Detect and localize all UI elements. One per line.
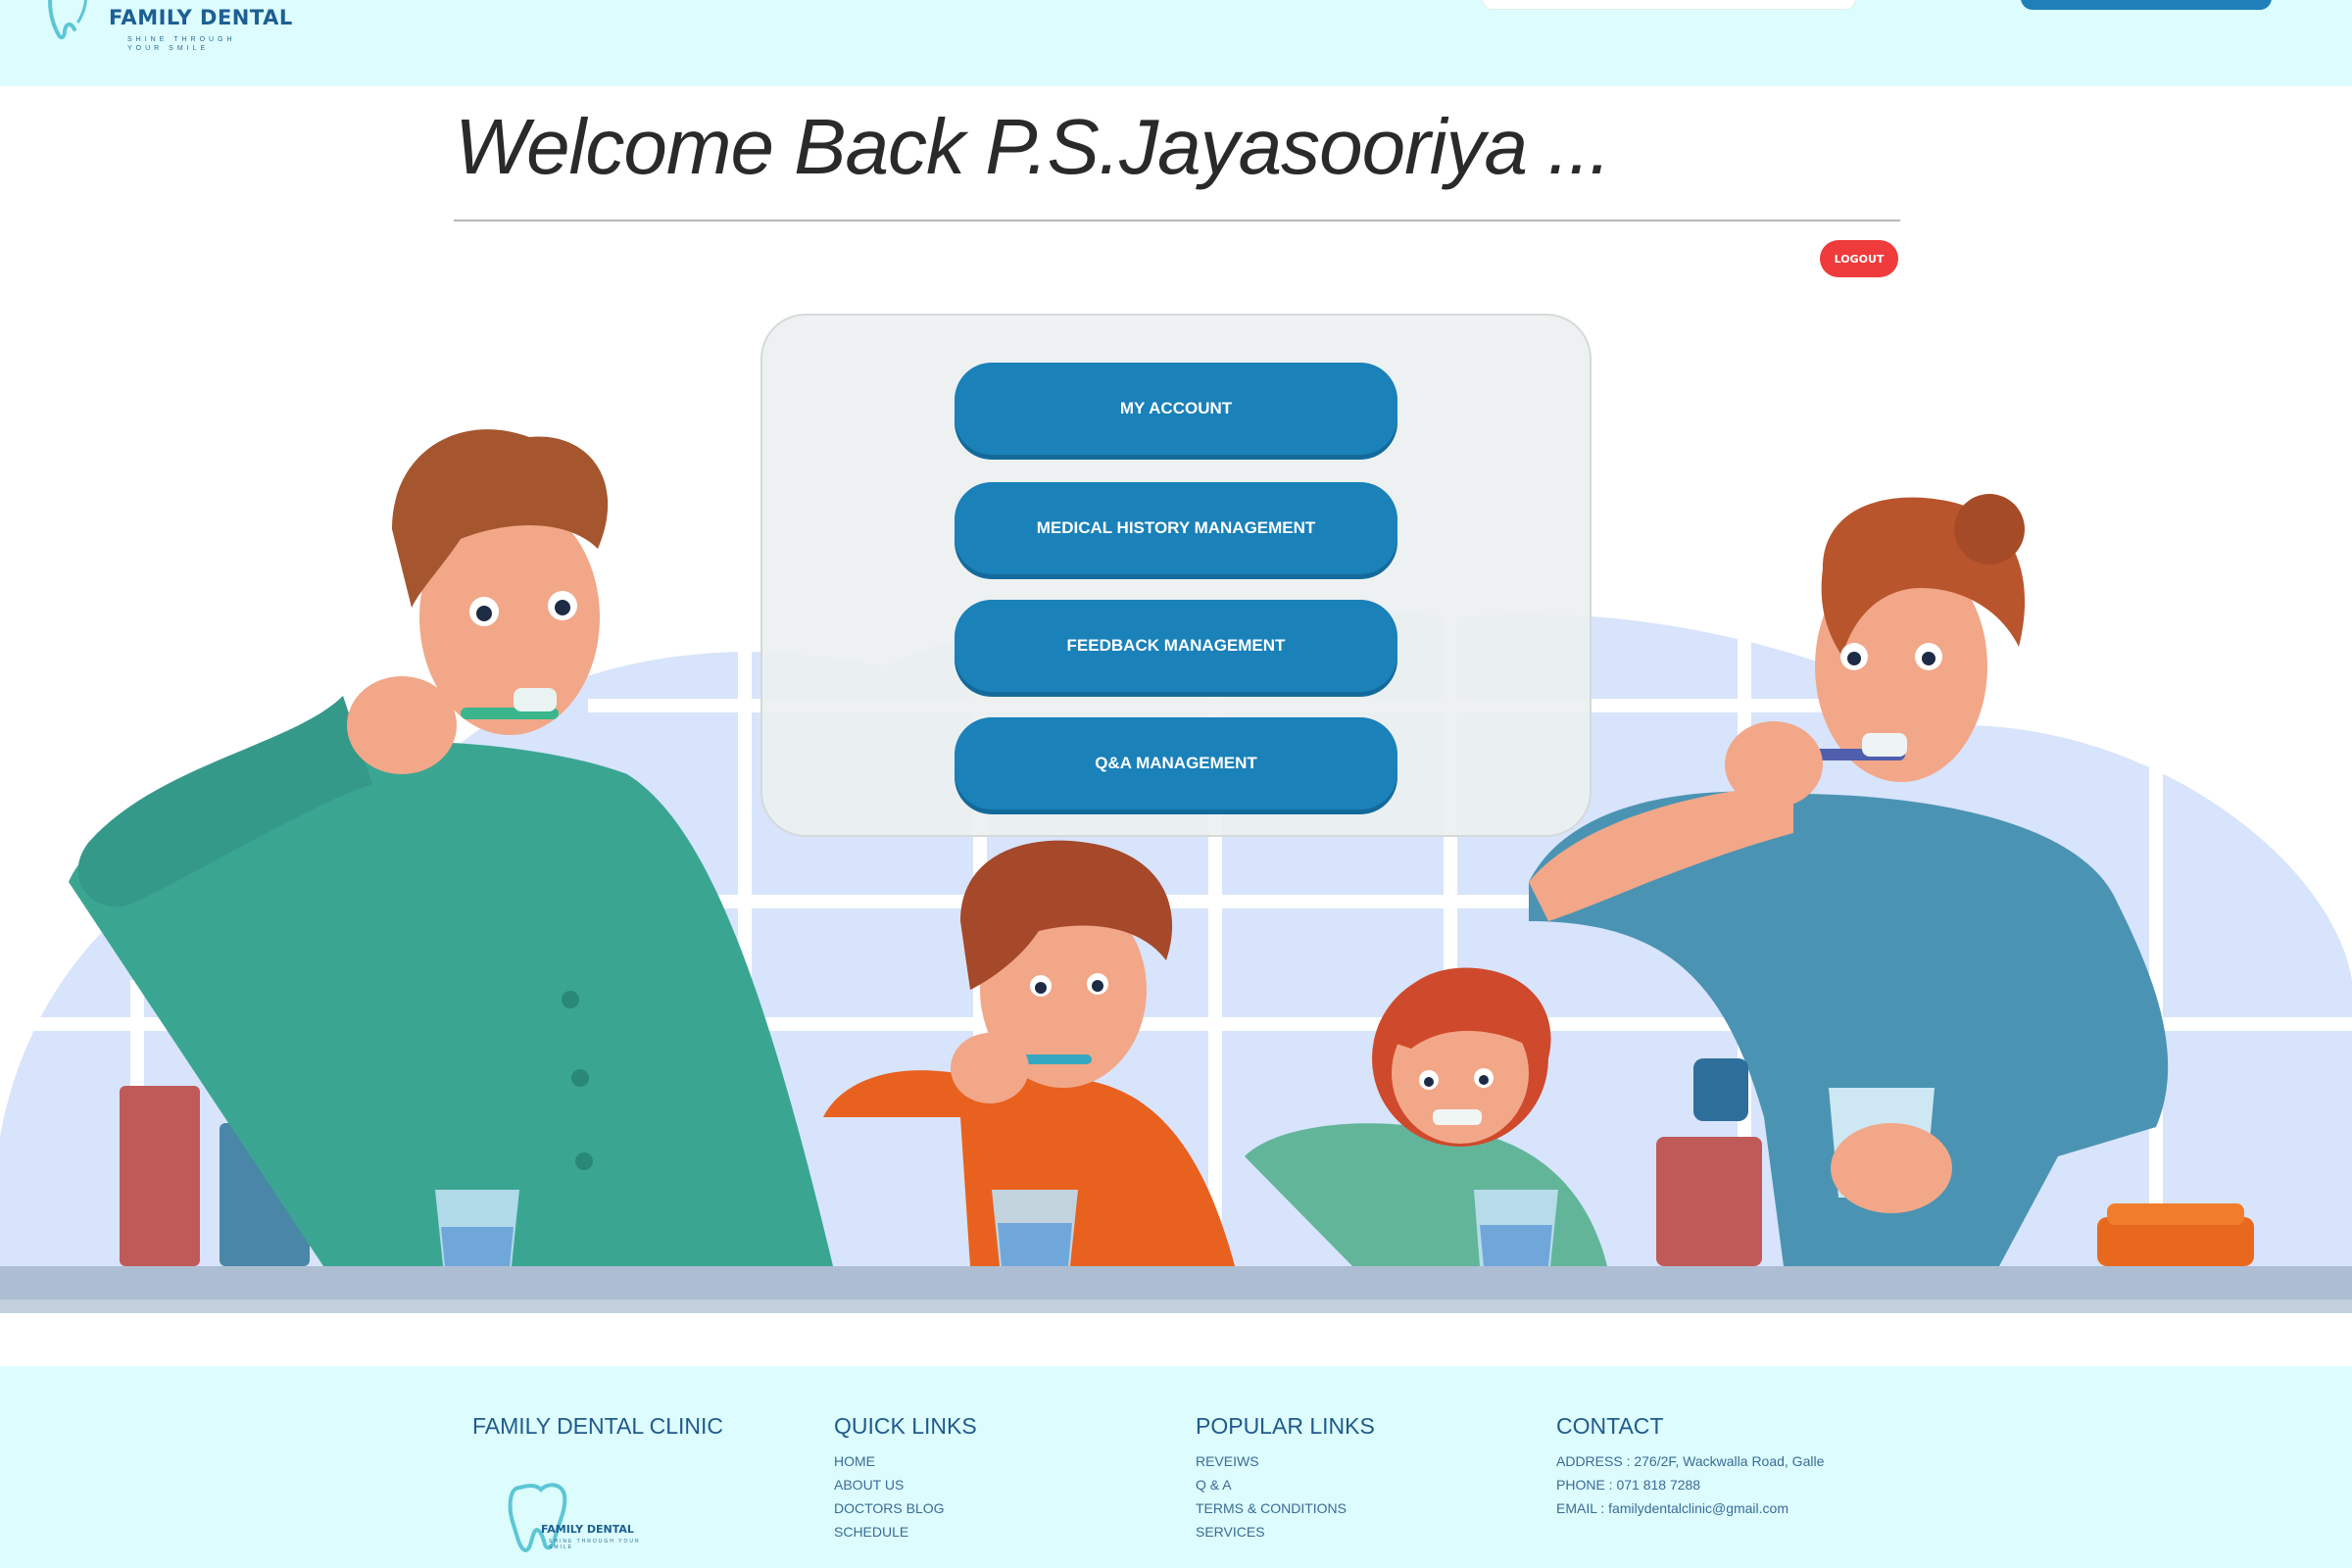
footer-popular-links: POPULAR LINKS REVEIWS Q & A TERMS & COND… xyxy=(1196,1413,1375,1544)
contact-address: ADDRESS : 276/2F, Wackwalla Road, Galle xyxy=(1556,1453,1825,1469)
footer-link-schedule[interactable]: SCHEDULE xyxy=(834,1520,977,1544)
footer-clinic-title: FAMILY DENTAL CLINIC xyxy=(472,1413,724,1439)
logo-tagline: SHINE THROUGH xyxy=(127,36,236,43)
logo-brand-text: FAMILY DENTAL xyxy=(109,6,293,29)
footer-clinic-column: FAMILY DENTAL CLINIC xyxy=(472,1413,723,1440)
logout-button[interactable]: LOGOUT xyxy=(1820,240,1898,277)
footer-link-services[interactable]: SERVICES xyxy=(1196,1520,1375,1544)
contact-phone: PHONE : 071 818 7288 xyxy=(1556,1477,1701,1493)
divider xyxy=(454,220,1900,221)
site-logo[interactable]: FAMILY DENTAL SHINE THROUGH YOUR SMILE xyxy=(45,0,310,59)
footer-logo-brand: FAMILY DENTAL xyxy=(541,1523,634,1536)
header-search-box[interactable] xyxy=(1482,0,1856,10)
footer-link-qa[interactable]: Q & A xyxy=(1196,1473,1375,1496)
site-header: FAMILY DENTAL SHINE THROUGH YOUR SMILE xyxy=(0,0,2352,86)
contact-email[interactable]: EMAIL : familydentalclinic@gmail.com xyxy=(1556,1496,1824,1520)
footer-logo: FAMILY DENTAL SHINE THROUGH YOUR SMILE xyxy=(506,1478,662,1556)
footer-link-reviews[interactable]: REVEIWS xyxy=(1196,1449,1375,1473)
quick-links-title: QUICK LINKS xyxy=(834,1413,977,1439)
qa-management-button[interactable]: Q&A MANAGEMENT xyxy=(955,717,1397,809)
tooth-icon xyxy=(48,0,87,40)
popular-links-title: POPULAR LINKS xyxy=(1196,1413,1375,1439)
header-action-button[interactable] xyxy=(2021,0,2272,10)
footer-link-terms[interactable]: TERMS & CONDITIONS xyxy=(1196,1496,1375,1520)
footer-link-home[interactable]: HOME xyxy=(834,1449,977,1473)
footer-link-doctors-blog[interactable]: DOCTORS BLOG xyxy=(834,1496,977,1520)
footer-logo-tagline: SHINE THROUGH YOUR SMILE xyxy=(549,1539,641,1550)
site-footer: FAMILY DENTAL CLINIC QUICK LINKS HOME AB… xyxy=(0,1366,2352,1568)
my-account-button[interactable]: MY ACCOUNT xyxy=(955,363,1397,455)
footer-quick-links: QUICK LINKS HOME ABOUT US DOCTORS BLOG S… xyxy=(834,1413,977,1544)
medical-history-management-button[interactable]: MEDICAL HISTORY MANAGEMENT xyxy=(955,482,1397,574)
footer-contact: CONTACT ADDRESS : 276/2F, Wackwalla Road… xyxy=(1556,1413,1824,1520)
footer-link-about-us[interactable]: ABOUT US xyxy=(834,1473,977,1496)
contact-title: CONTACT xyxy=(1556,1413,1664,1439)
welcome-heading: Welcome Back P.S.Jayasooriya ... xyxy=(455,103,1611,190)
logo-tagline-2: YOUR SMILE xyxy=(127,45,210,52)
feedback-management-button[interactable]: FEEDBACK MANAGEMENT xyxy=(955,600,1397,692)
